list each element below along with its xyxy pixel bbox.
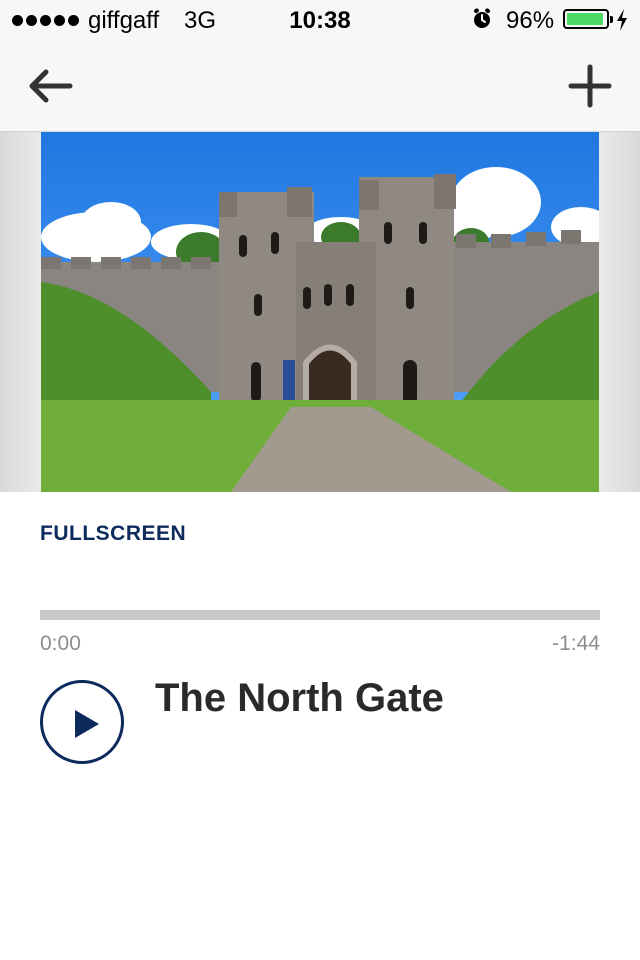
- media-area: [0, 132, 640, 492]
- remaining-time: -1:44: [552, 632, 600, 655]
- progress-bar[interactable]: [40, 610, 600, 620]
- battery-percentage: 96%: [506, 7, 555, 34]
- battery-icon: [563, 9, 613, 29]
- plus-icon[interactable]: [566, 62, 614, 110]
- alarm-icon: [474, 8, 490, 28]
- fullscreen-button[interactable]: FULLSCREEN: [40, 522, 186, 546]
- battery-level-fill: [567, 13, 604, 25]
- status-bar: giffgaff 3G 10:38 96%: [0, 0, 640, 40]
- navigation-bar: [0, 40, 640, 132]
- play-icon: [75, 710, 99, 738]
- charging-bolt-icon: [617, 9, 627, 31]
- play-button[interactable]: [40, 680, 124, 764]
- arrow-left-icon[interactable]: [24, 64, 76, 108]
- castle-north-gate-photo[interactable]: [41, 132, 599, 492]
- track-title: The North Gate: [155, 676, 444, 720]
- elapsed-time: 0:00: [40, 632, 81, 655]
